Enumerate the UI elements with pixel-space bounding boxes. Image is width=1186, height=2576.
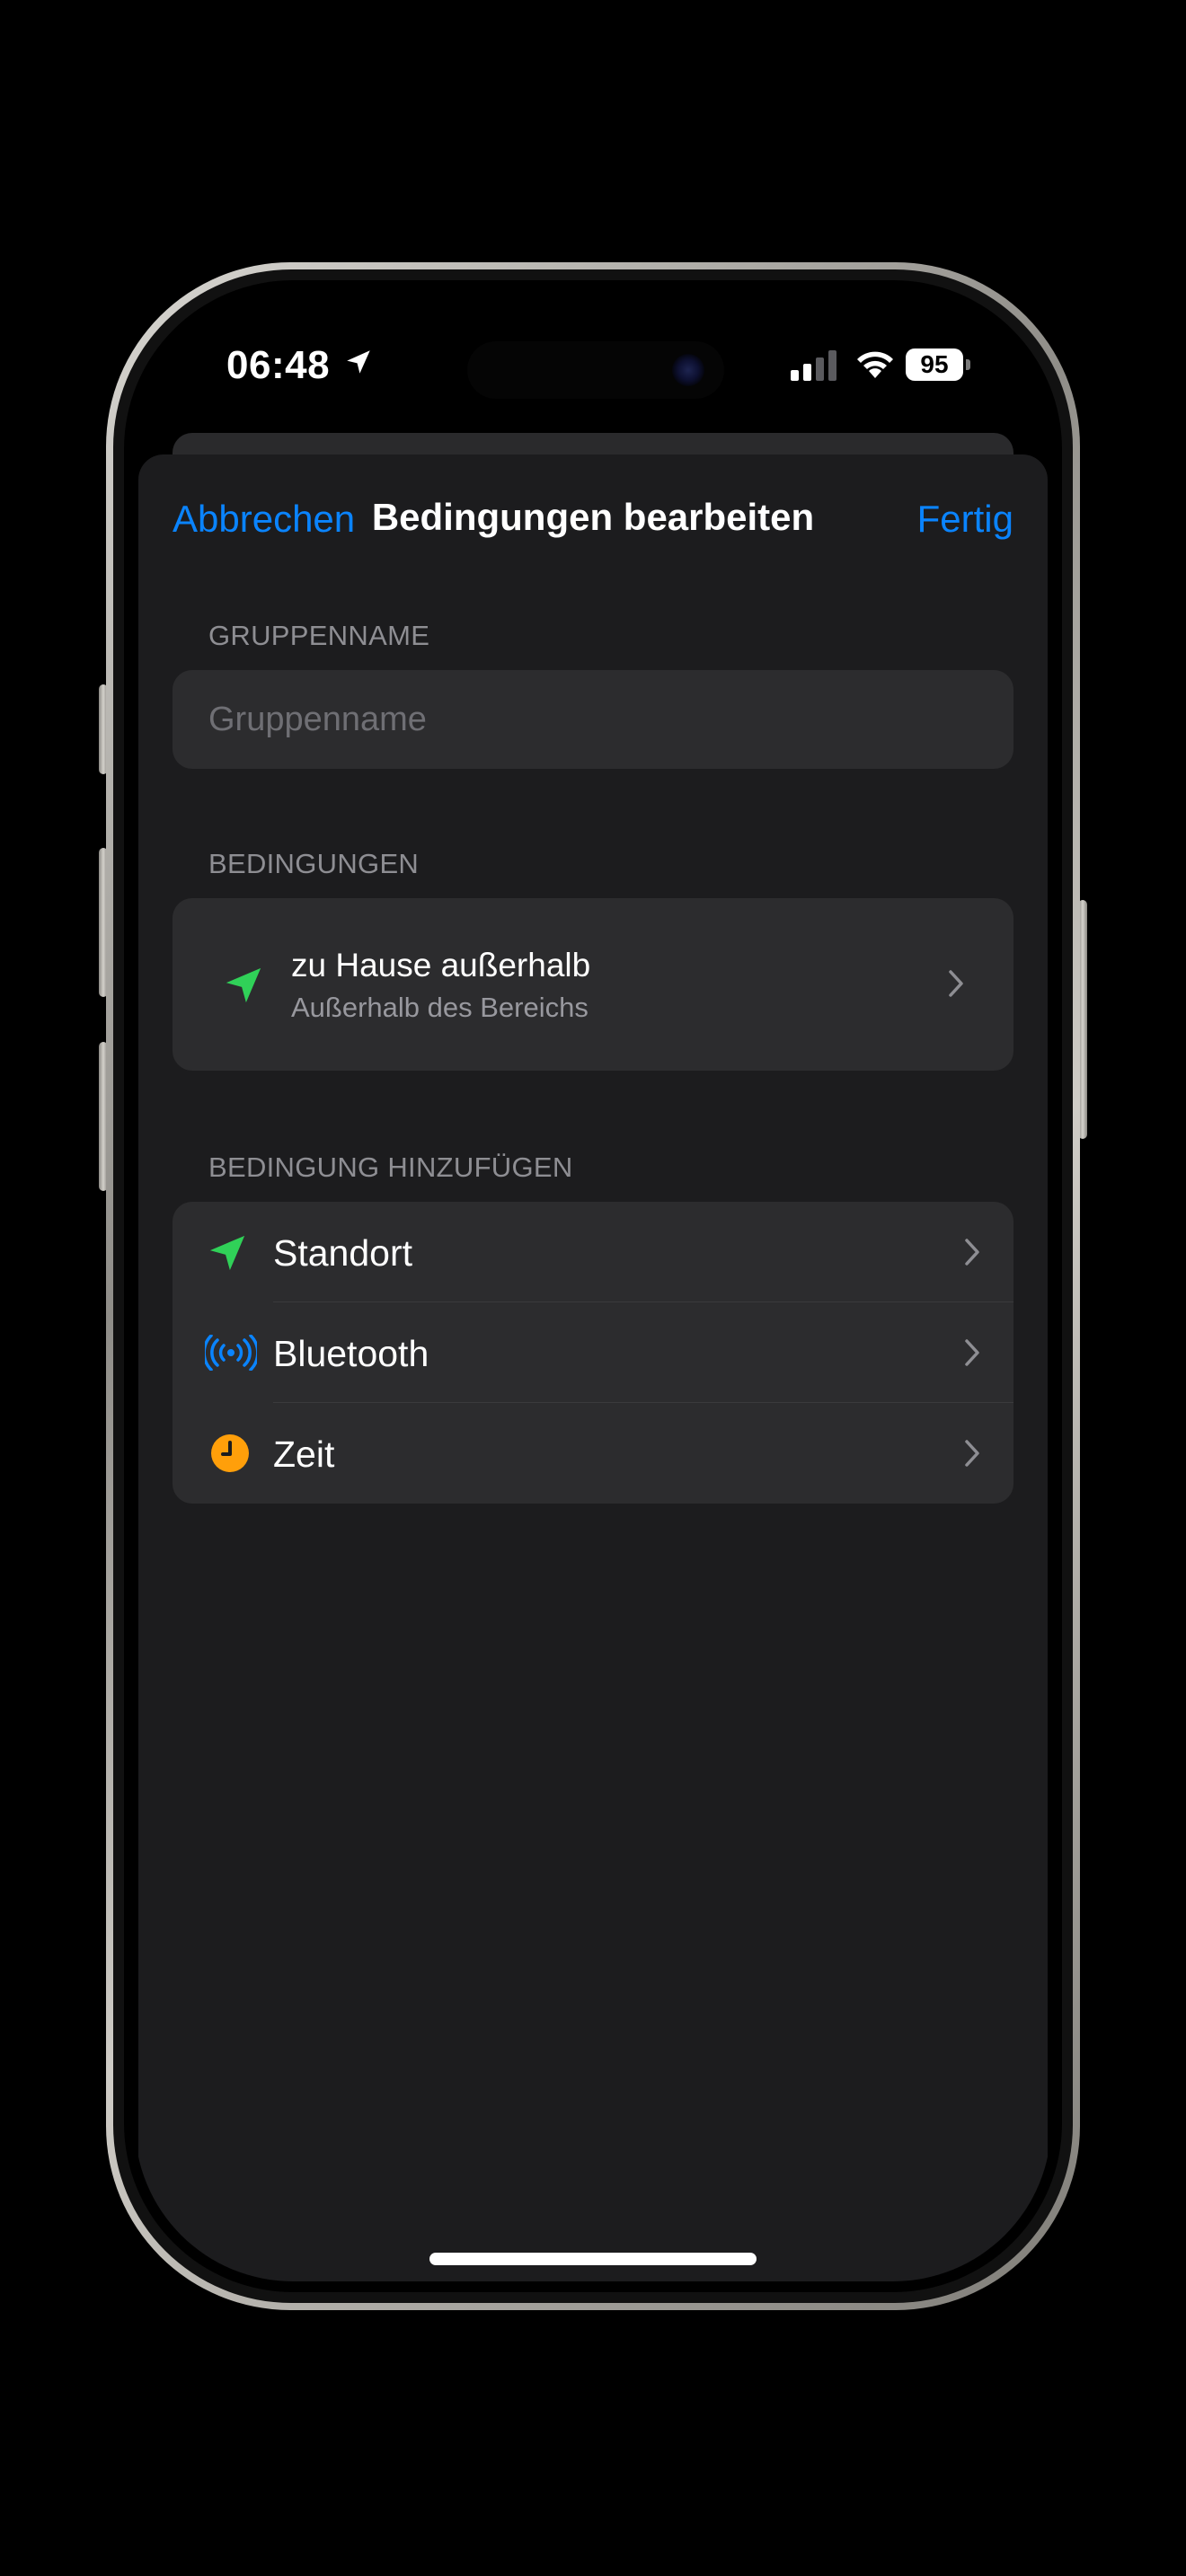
screenshot-stage: 06:48 95 Abbrechen Bedingungen bearbeite… bbox=[0, 0, 1186, 2576]
add-condition-header: BEDINGUNG HINZUFÜGEN bbox=[208, 1151, 573, 1183]
bluetooth-broadcast-icon bbox=[205, 1335, 257, 1371]
row-label: Standort bbox=[273, 1232, 412, 1274]
location-arrow-icon bbox=[209, 1235, 245, 1271]
sheet-title: Bedingungen bearbeiten bbox=[371, 496, 815, 538]
add-time-row[interactable]: Zeit bbox=[173, 1403, 1013, 1504]
status-time: 06:48 bbox=[226, 343, 331, 387]
group-name-input[interactable] bbox=[173, 670, 1013, 769]
row-label: Zeit bbox=[273, 1434, 335, 1475]
done-button[interactable]: Fertig bbox=[917, 498, 1013, 541]
phone-screen: 06:48 95 Abbrechen Bedingungen bearbeite… bbox=[135, 291, 1051, 2281]
conditions-header: BEDINGUNGEN bbox=[208, 848, 420, 879]
condition-title: zu Hause außerhalb bbox=[291, 947, 591, 984]
group-name-field-container bbox=[173, 670, 1013, 769]
condition-subtitle: Außerhalb des Bereichs bbox=[291, 992, 589, 1023]
battery-cap bbox=[966, 359, 970, 370]
location-arrow-icon bbox=[226, 967, 261, 1003]
add-bluetooth-row[interactable]: Bluetooth bbox=[173, 1302, 1013, 1403]
clock-icon bbox=[211, 1434, 249, 1472]
battery-indicator: 95 bbox=[906, 348, 963, 381]
condition-item[interactable]: zu Hause außerhalb Außerhalb des Bereich… bbox=[173, 898, 1013, 1071]
cellular-signal-icon bbox=[791, 350, 836, 381]
home-indicator[interactable] bbox=[429, 2253, 757, 2265]
location-services-icon bbox=[347, 350, 370, 374]
chevron-right-icon bbox=[965, 1239, 979, 1266]
chevron-right-icon bbox=[949, 970, 963, 997]
wifi-icon bbox=[857, 351, 893, 378]
chevron-right-icon bbox=[965, 1440, 979, 1467]
row-label: Bluetooth bbox=[273, 1333, 429, 1374]
group-name-header: GRUPPENNAME bbox=[208, 620, 430, 651]
front-camera bbox=[672, 354, 704, 386]
add-condition-list: Standort Bluetooth Zeit bbox=[173, 1202, 1013, 1504]
edit-conditions-sheet: Abbrechen Bedingungen bearbeiten Fertig … bbox=[138, 454, 1048, 2281]
chevron-right-icon bbox=[965, 1339, 979, 1366]
add-location-row[interactable]: Standort bbox=[173, 1202, 1013, 1302]
